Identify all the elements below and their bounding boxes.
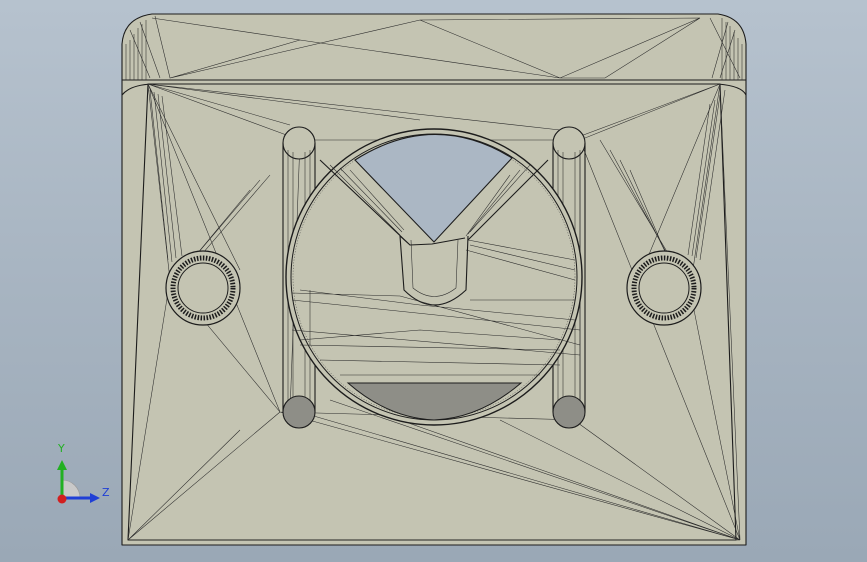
side-hole-left	[165, 250, 241, 326]
orientation-triad[interactable]: Y Z	[48, 440, 118, 510]
triad-z-label: Z	[102, 486, 110, 499]
triad-y-label: Y	[58, 442, 65, 455]
bottom-boss-left	[282, 395, 316, 429]
bottom-boss-right	[552, 395, 586, 429]
3d-part-model[interactable]	[0, 0, 867, 562]
side-hole-right	[626, 250, 702, 326]
central-bore	[285, 128, 583, 426]
cad-graphics-viewport[interactable]: Y Z	[0, 0, 867, 562]
